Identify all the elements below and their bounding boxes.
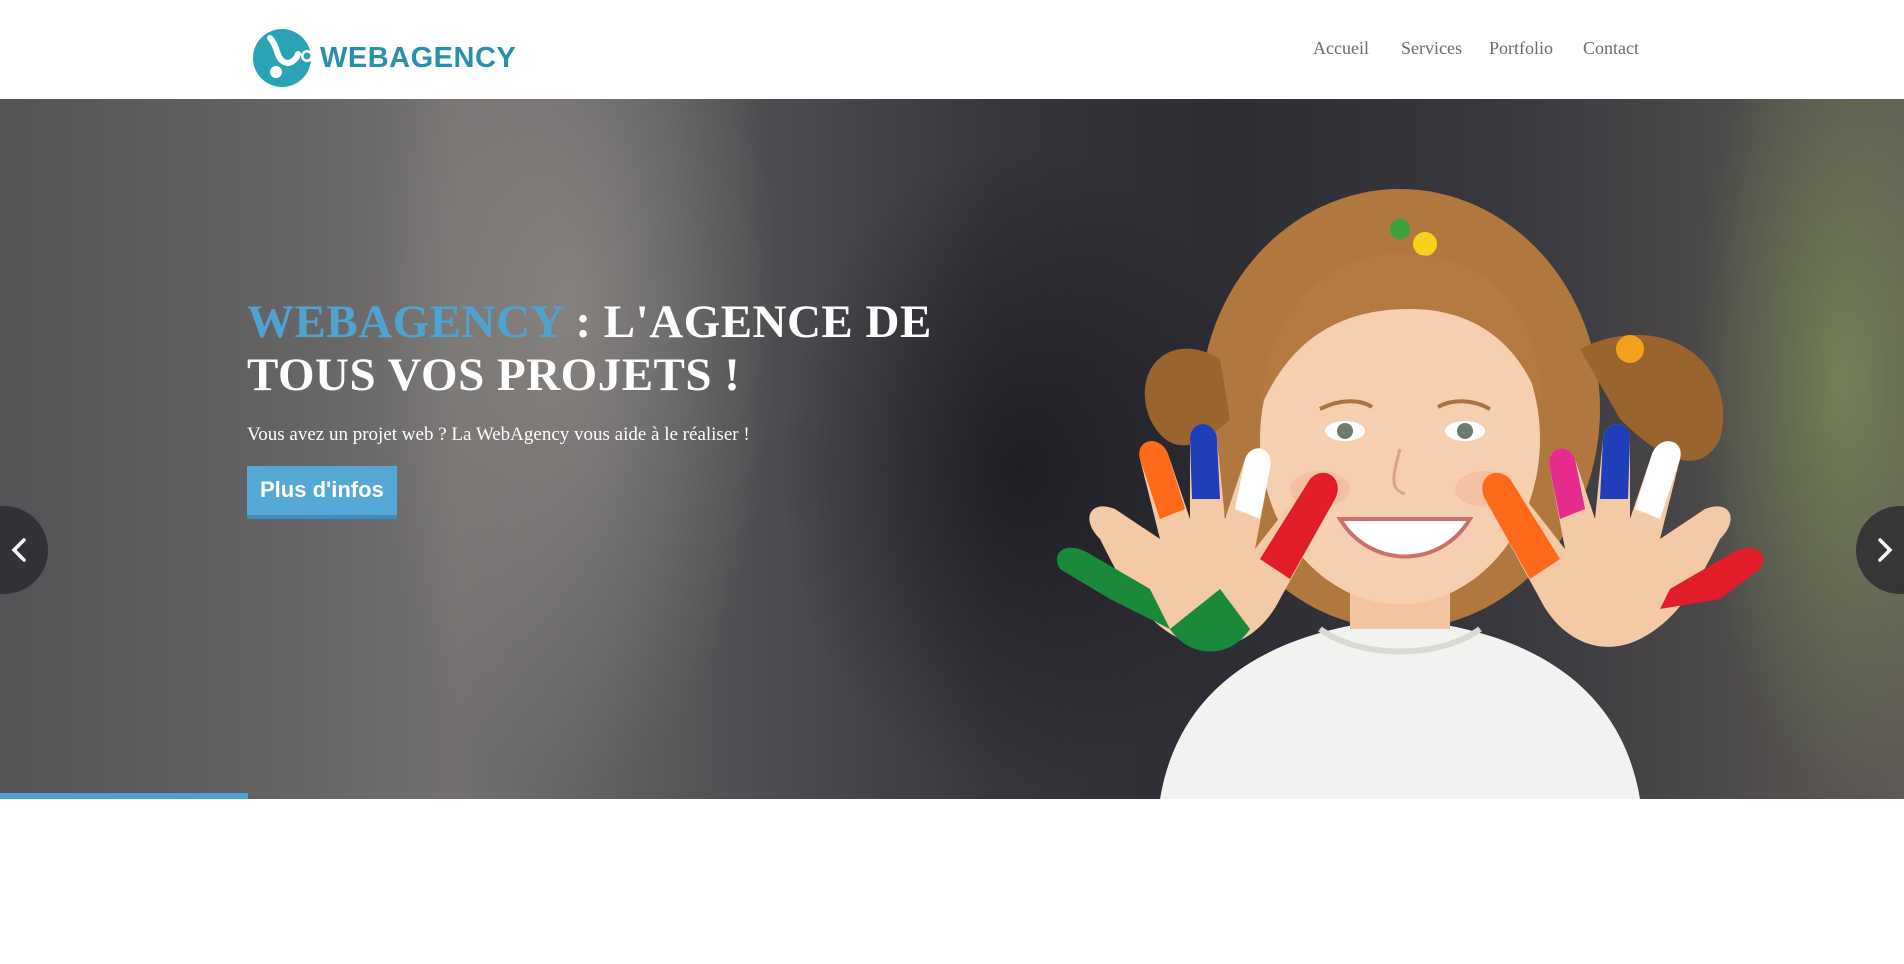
chevron-left-icon [11, 538, 26, 562]
slide-progress-bar [0, 793, 1904, 799]
slide-progress-fill [0, 793, 248, 799]
headline-brand: WEBAGENCY [247, 296, 564, 348]
site-header: WEBAGENCY Accueil Services Portfolio Con… [0, 0, 1904, 100]
logo-text: WEBAGENCY [320, 41, 517, 74]
more-info-button[interactable]: Plus d'infos [247, 466, 397, 519]
hero-image-girl-painted-hands [1056, 189, 1764, 799]
logo[interactable]: WEBAGENCY [252, 28, 516, 88]
chevron-right-icon [1878, 538, 1893, 562]
main-nav: Accueil Services Portfolio Contact [1313, 38, 1639, 59]
webagency-logo-icon [253, 29, 312, 87]
nav-portfolio[interactable]: Portfolio [1489, 38, 1553, 59]
nav-accueil[interactable]: Accueil [1313, 38, 1369, 59]
slide-subtitle: Vous avez un projet web ? La WebAgency v… [247, 424, 750, 445]
hero-slider: WEBAGENCY : L'AGENCE DE TOUS VOS PROJETS… [0, 99, 1904, 799]
nav-contact[interactable]: Contact [1583, 38, 1639, 59]
slide-headline: WEBAGENCY : L'AGENCE DE TOUS VOS PROJETS… [247, 296, 1067, 402]
nav-services[interactable]: Services [1401, 38, 1462, 59]
slide-caption: WEBAGENCY : L'AGENCE DE TOUS VOS PROJETS… [247, 296, 1067, 519]
